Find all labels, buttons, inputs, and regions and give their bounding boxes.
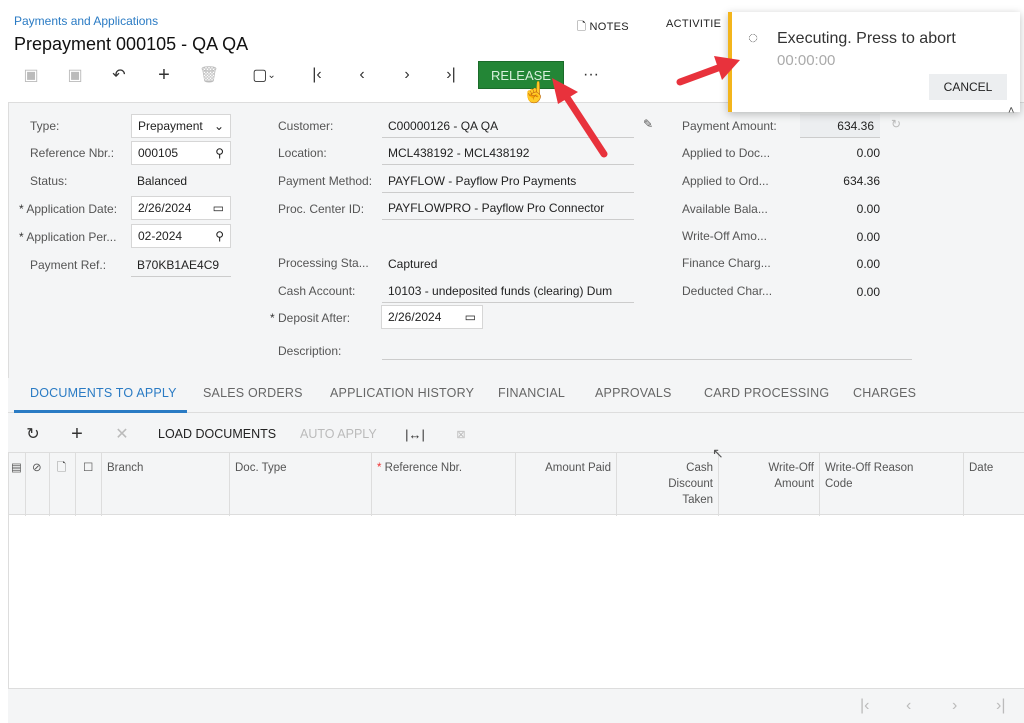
annotation-arrows	[552, 56, 740, 158]
arrow-to-notification	[676, 56, 740, 86]
arrow-to-release	[552, 78, 608, 158]
